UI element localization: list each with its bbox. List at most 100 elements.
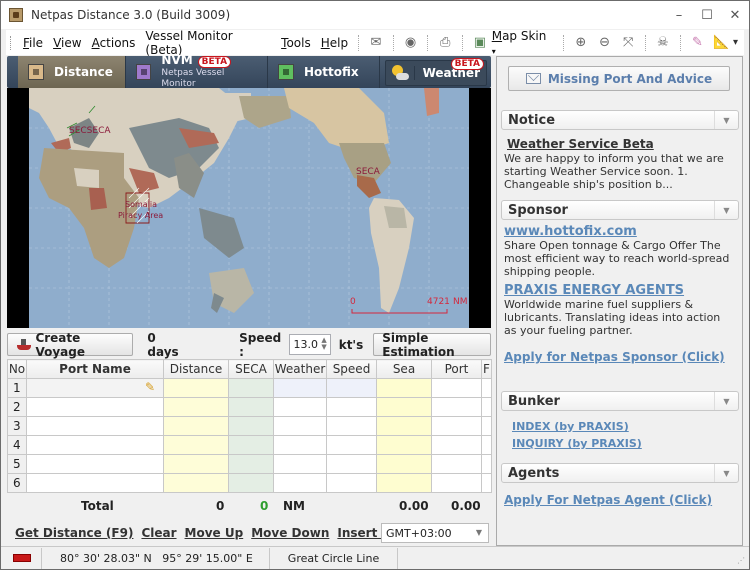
col-header-port-name[interactable]: Port Name: [26, 359, 164, 379]
table-row[interactable]: 5: [7, 454, 492, 474]
sea-cell[interactable]: [376, 378, 432, 398]
seca-cell[interactable]: [228, 454, 274, 474]
weather-cell[interactable]: [273, 473, 327, 493]
col-header-distance[interactable]: Distance: [163, 359, 229, 379]
col-header-sea[interactable]: Sea: [376, 359, 432, 379]
minimize-button[interactable]: –: [665, 1, 693, 29]
apply-agent-link[interactable]: Apply For Netpas Agent (Click): [504, 493, 712, 507]
port-cell[interactable]: [431, 416, 482, 436]
toolbar-grip[interactable]: [10, 35, 12, 50]
menu-view[interactable]: View: [48, 36, 86, 50]
speed-cell[interactable]: [326, 416, 377, 436]
speed-cell[interactable]: [326, 473, 377, 493]
move-down-link[interactable]: Move Down: [251, 526, 329, 540]
extra-cell[interactable]: [481, 378, 492, 398]
seca-cell[interactable]: [228, 416, 274, 436]
menu-file[interactable]: File: [18, 36, 48, 50]
chevron-down-icon[interactable]: ▼: [714, 392, 738, 410]
weather-cell[interactable]: [273, 378, 327, 398]
table-row[interactable]: 3: [7, 416, 492, 436]
bunker-inquiry-link[interactable]: INQUIRY (by PRAXIS): [512, 437, 642, 450]
extra-cell[interactable]: [481, 416, 492, 436]
maximize-button[interactable]: ☐: [693, 1, 721, 29]
distance-cell[interactable]: [163, 473, 229, 493]
move-up-link[interactable]: Move Up: [185, 526, 244, 540]
zoom-in-icon[interactable]: ⊕: [572, 34, 590, 52]
clear-link[interactable]: Clear: [141, 526, 176, 540]
seca-cell[interactable]: [228, 435, 274, 455]
port-cell[interactable]: [431, 454, 482, 474]
zoom-out-icon[interactable]: ⊖: [596, 34, 614, 52]
webcam-icon[interactable]: ◉: [402, 34, 420, 52]
sea-cell[interactable]: [376, 416, 432, 436]
table-row[interactable]: 6: [7, 473, 492, 493]
speed-cell[interactable]: [326, 454, 377, 474]
distance-cell[interactable]: [163, 378, 229, 398]
weather-cell[interactable]: [273, 416, 327, 436]
table-row[interactable]: 2: [7, 397, 492, 417]
col-header-port[interactable]: Port: [431, 359, 482, 379]
resize-grip-icon[interactable]: ⋰: [737, 556, 745, 565]
col-header-speed[interactable]: Speed: [326, 359, 377, 379]
port-cell[interactable]: [431, 473, 482, 493]
close-button[interactable]: ✕: [721, 1, 749, 29]
notice-link[interactable]: Weather Service Beta: [507, 137, 654, 151]
weather-cell[interactable]: [273, 397, 327, 417]
hottofix-link[interactable]: www.hottofix.com: [504, 224, 637, 239]
port-cell[interactable]: [431, 435, 482, 455]
mail-icon[interactable]: ✉: [367, 34, 385, 52]
tab-nvm[interactable]: NVM BETA Netpas Vessel Monitor: [126, 54, 268, 89]
distance-cell[interactable]: [163, 454, 229, 474]
bunker-header[interactable]: Bunker ▼: [501, 391, 739, 411]
weather-cell[interactable]: [273, 435, 327, 455]
agents-header[interactable]: Agents ▼: [501, 463, 739, 483]
tab-hottofix[interactable]: Hottofix: [268, 56, 380, 88]
chevron-down-icon[interactable]: ▼: [714, 111, 738, 129]
sponsor-header[interactable]: Sponsor ▼: [501, 200, 739, 220]
speed-stepper[interactable]: 13.0 ▲ ▼: [289, 334, 331, 355]
missing-port-button[interactable]: Missing Port And Advice: [508, 66, 730, 91]
port-name-cell[interactable]: [26, 397, 164, 417]
col-header-weather[interactable]: Weather: [273, 359, 327, 379]
extra-cell[interactable]: [481, 435, 492, 455]
col-header-no[interactable]: No: [7, 359, 27, 379]
speed-cell[interactable]: [326, 397, 377, 417]
port-name-cell[interactable]: [26, 435, 164, 455]
notice-header[interactable]: Notice ▼: [501, 110, 739, 130]
distance-cell[interactable]: [163, 416, 229, 436]
get-distance-link[interactable]: Get Distance (F9): [15, 526, 133, 540]
speed-cell[interactable]: [326, 435, 377, 455]
timezone-select[interactable]: GMT+03:00 ▼: [381, 523, 489, 543]
toolbar-overflow-icon[interactable]: ▾: [733, 37, 738, 48]
sea-cell[interactable]: [376, 473, 432, 493]
map-skin-icon[interactable]: ▣: [471, 34, 489, 52]
praxis-link[interactable]: PRAXIS ENERGY AGENTS: [504, 283, 684, 298]
table-row[interactable]: 1 ✎: [7, 378, 492, 398]
speed-cell[interactable]: [326, 378, 377, 398]
tab-distance[interactable]: Distance: [18, 56, 126, 88]
sea-cell[interactable]: [376, 454, 432, 474]
chevron-down-icon[interactable]: ▼: [714, 201, 738, 219]
sea-cell[interactable]: [376, 435, 432, 455]
menu-actions[interactable]: Actions: [87, 36, 141, 50]
fit-extent-icon[interactable]: ⤧: [619, 34, 637, 52]
chevron-down-icon[interactable]: ▼: [714, 464, 738, 482]
map-canvas[interactable]: SECSECA Somalia Piracy Area SECA 0 4721 …: [29, 88, 469, 328]
menu-help[interactable]: Help: [316, 36, 353, 50]
extra-cell[interactable]: [481, 454, 492, 474]
pencil-edit-icon[interactable]: ✎: [145, 381, 157, 393]
port-name-cell[interactable]: [26, 454, 164, 474]
create-voyage-button[interactable]: Create Voyage: [7, 331, 134, 359]
sea-cell[interactable]: [376, 397, 432, 417]
seca-cell[interactable]: [228, 397, 274, 417]
simple-estimation-button[interactable]: Simple Estimation: [373, 331, 492, 359]
port-cell[interactable]: [431, 397, 482, 417]
weather-cell[interactable]: [273, 454, 327, 474]
seca-cell[interactable]: [228, 473, 274, 493]
map-skin-dropdown[interactable]: Map Skin ▾: [492, 29, 558, 57]
distance-cell[interactable]: [163, 397, 229, 417]
col-header-more[interactable]: F: [481, 359, 492, 379]
extra-cell[interactable]: [481, 397, 492, 417]
tab-weather[interactable]: Weather BETA: [384, 58, 487, 86]
col-header-seca[interactable]: SECA: [228, 359, 274, 379]
